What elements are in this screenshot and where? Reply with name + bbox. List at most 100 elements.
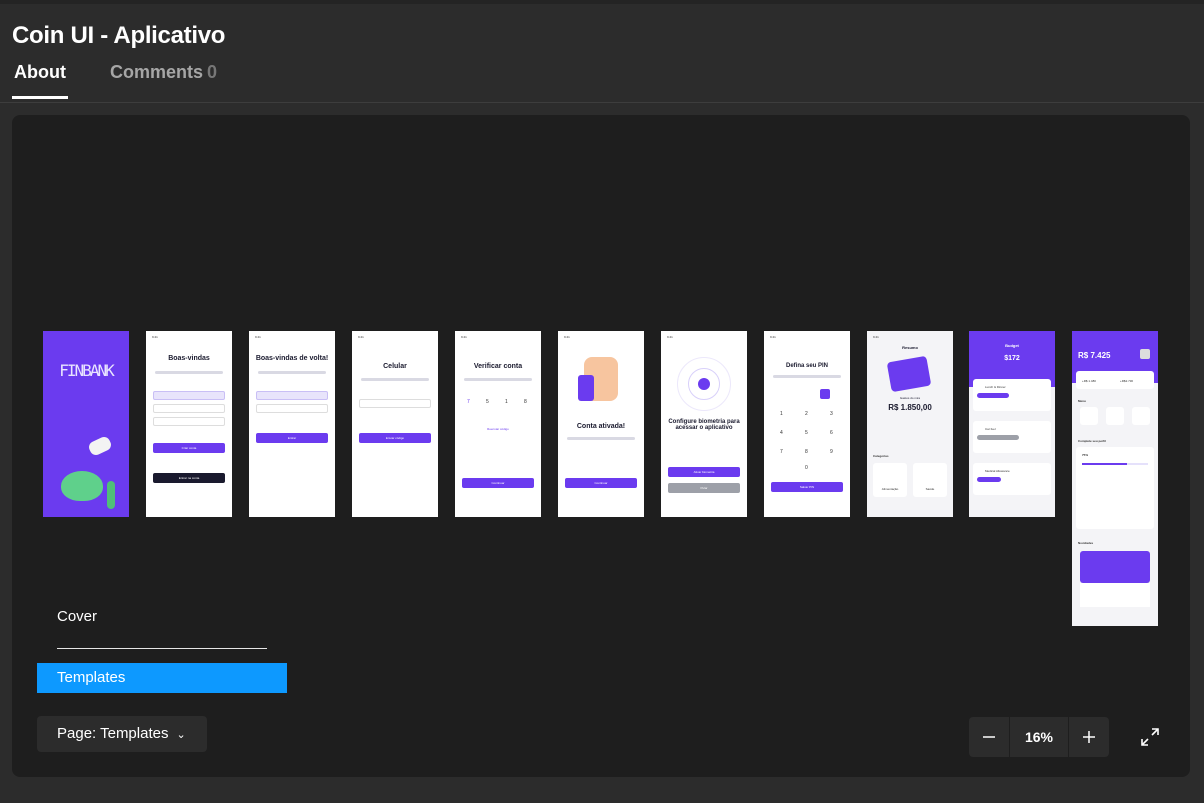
screen-title: Configure biometria para acessar o aplic… (668, 419, 740, 431)
email-field (255, 391, 329, 400)
zoom-out-button[interactable] (969, 717, 1009, 757)
page-templates[interactable]: Templates (37, 663, 287, 693)
pin-key: 8 (805, 449, 808, 455)
profile-title: Complete seu perfil (1078, 439, 1106, 443)
minus-icon (983, 736, 995, 738)
subtitle-line (154, 371, 224, 374)
expand-icon (1141, 728, 1159, 746)
cactus-illustration (107, 481, 115, 509)
budget-item-label: Medical Allowance (985, 469, 1010, 473)
frame-home[interactable]: R$ 7.425 +R$ 1.480 +R$2.730 Menu Complet… (1072, 331, 1158, 626)
password-field (255, 404, 329, 413)
piggy-bank-illustration (61, 471, 103, 501)
frame-phone[interactable]: 9:41 Celular Enviar código (352, 331, 438, 517)
send-code-button: Enviar código (358, 433, 432, 443)
screen-title: Defina seu PIN (785, 363, 828, 369)
sleeve-illustration (578, 375, 594, 401)
login-button: Entrar na conta (152, 473, 226, 483)
pin-key: 7 (780, 449, 783, 455)
resend-link: Reenviar código (487, 427, 509, 431)
frame-summary[interactable]: 9:41 Resumo Gastos do mês R$ 1.850,00 Ca… (867, 331, 953, 517)
name-field (152, 391, 226, 400)
news-banner (1080, 551, 1150, 583)
frame-activated[interactable]: 9:41 Conta ativada! Continuar (558, 331, 644, 517)
create-account-button: Criar conta (152, 443, 226, 453)
password-field (152, 417, 226, 426)
frame-biometry[interactable]: 9:41 Configure biometria para acessar o … (661, 331, 747, 517)
page-cover[interactable]: Cover (37, 602, 267, 632)
zoom-in-button[interactable] (1069, 717, 1109, 757)
page-selector-label: Page: Templates (57, 725, 169, 742)
pin-key: 9 (830, 449, 833, 455)
status-bar: 9:41 (667, 335, 673, 339)
spending-label: Gastos do mês (899, 396, 921, 400)
budget-item-label: Lunch & Dinner (985, 385, 1006, 389)
pin-key: 0 (805, 465, 808, 471)
subtitle-line (772, 375, 842, 378)
top-bar (0, 0, 1204, 4)
frame-cover[interactable]: FINBANK (43, 331, 129, 517)
frame-budget[interactable]: Budget $172 Lunch & Dinner Car fuel Medi… (969, 331, 1055, 517)
tab-comments-label: Comments (109, 62, 203, 82)
news-title: Novidades (1078, 541, 1094, 545)
code-digit: 5 (486, 399, 489, 405)
frame-pin[interactable]: 9:41 Defina seu PIN 1 2 3 4 5 6 7 8 9 0 … (764, 331, 850, 517)
category-card (873, 463, 907, 497)
category-health: Saúde (925, 487, 935, 491)
page-selector[interactable]: Page: Templates ⌄ (37, 716, 207, 752)
pin-cursor (820, 389, 830, 399)
status-bar: 9:41 (358, 335, 364, 339)
chevron-down-icon: ⌄ (176, 729, 186, 741)
pin-key: 2 (805, 411, 808, 417)
frame-welcome[interactable]: 9:41 Boas-vindas Criar conta Entrar na c… (146, 331, 232, 517)
code-digit: 7 (467, 399, 470, 405)
budget-progress (977, 393, 1009, 398)
subtitle-line (566, 437, 636, 440)
menu-tile (1080, 407, 1098, 425)
fullscreen-button[interactable] (1139, 726, 1161, 748)
phone-field (358, 399, 432, 408)
frame-verify[interactable]: 9:41 Verificar conta 7 5 1 8 Reenviar có… (455, 331, 541, 517)
cover-logo: FINBANK (59, 361, 114, 380)
budget-amount: $172 (1004, 355, 1020, 362)
status-bar: 9:41 (873, 335, 879, 339)
spending-amount: R$ 1.850,00 (888, 403, 932, 412)
menu-tile (1106, 407, 1124, 425)
fingerprint-icon (698, 378, 710, 390)
pin-key: 3 (830, 411, 833, 417)
avatar (1140, 349, 1150, 359)
plus-icon (1083, 731, 1095, 743)
status-bar: 9:41 (152, 335, 158, 339)
frame-welcome-back[interactable]: 9:41 Boas-vindas de volta! Entrar (249, 331, 335, 517)
continue-button: Continuar (564, 478, 638, 488)
login-button: Entrar (255, 433, 329, 443)
category-card (913, 463, 947, 497)
tab-comments[interactable]: Comments 0 (108, 62, 219, 99)
file-title: Coin UI - Aplicativo (12, 22, 226, 49)
tab-bar: About Comments 0 (12, 62, 219, 99)
pin-key: 4 (780, 430, 783, 436)
balance-amount: R$ 7.425 (1078, 351, 1111, 360)
budget-progress (977, 477, 1001, 482)
screen-title: Celular (383, 363, 407, 370)
news-card (1080, 583, 1150, 607)
subtitle-line (360, 378, 430, 381)
categories-title: Categorias (873, 454, 889, 458)
code-digit: 8 (524, 399, 527, 405)
subtitle-line (463, 378, 533, 381)
budget-progress (977, 435, 1019, 440)
comments-count: 0 (207, 62, 218, 82)
status-bar: 9:41 (564, 335, 570, 339)
tab-about[interactable]: About (12, 62, 68, 99)
zoom-controls: 16% (969, 717, 1109, 757)
status-bar: 9:41 (461, 335, 467, 339)
pin-key: 1 (780, 411, 783, 417)
page-divider (57, 648, 267, 649)
screen-title: Verificar conta (473, 363, 523, 370)
status-bar: 9:41 (255, 335, 261, 339)
menu-tile (1132, 407, 1150, 425)
pin-key: 6 (830, 430, 833, 436)
screen-title: Boas-vindas (168, 355, 210, 362)
subtitle-line (257, 371, 327, 374)
expense-value: +R$2.730 (1120, 379, 1134, 383)
